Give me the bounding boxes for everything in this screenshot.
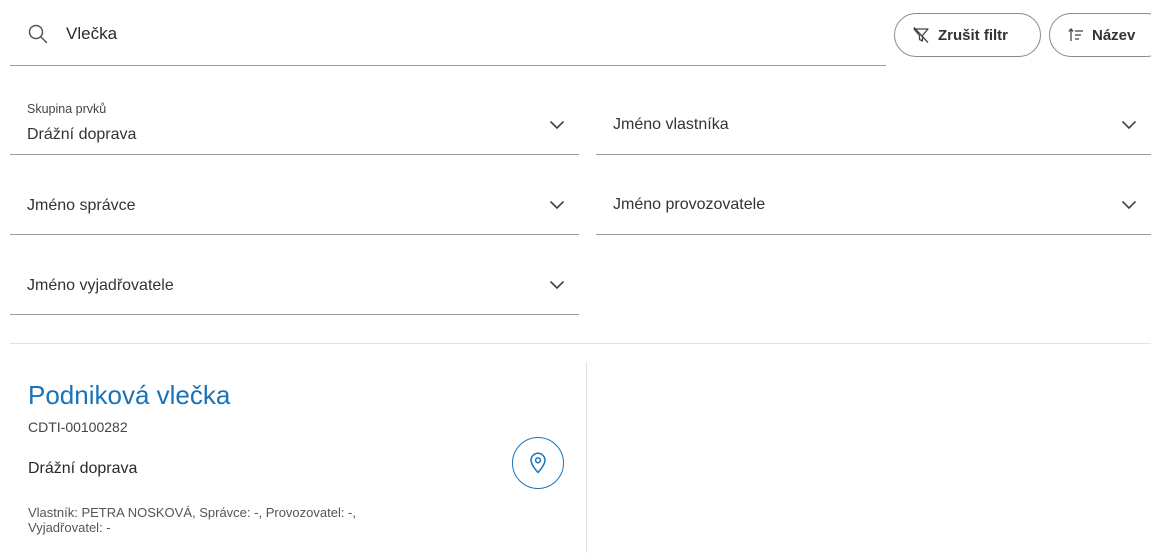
sort-label: Název — [1092, 26, 1136, 44]
chevron-down-icon — [549, 200, 565, 210]
filter-off-icon — [912, 26, 930, 44]
results-divider — [10, 343, 1151, 344]
chevron-down-icon — [549, 280, 565, 290]
clear-filter-label: Zrušit filtr — [938, 26, 1008, 44]
group-select[interactable]: Skupina prvků Drážní doprava — [10, 100, 579, 155]
commenter-select[interactable]: Jméno vyjadřovatele — [10, 260, 579, 315]
owner-select[interactable]: Jméno vlastníka — [596, 100, 1151, 155]
commenter-select-label: Jméno vyjadřovatele — [27, 277, 174, 294]
chevron-down-icon — [549, 120, 565, 130]
search-icon — [28, 24, 48, 44]
result-id: CDTI-00100282 — [28, 419, 128, 435]
result-meta-line: Vlastník: PETRA NOSKOVÁ, Správce: -, Pro… — [28, 505, 357, 520]
chevron-down-icon — [1121, 200, 1137, 210]
clear-filter-button[interactable]: Zrušit filtr — [894, 13, 1041, 57]
search-bar[interactable]: Vlečka — [10, 0, 886, 66]
sort-icon — [1068, 27, 1084, 43]
sort-button[interactable]: Název — [1049, 13, 1151, 57]
administrator-select-label: Jméno správce — [27, 197, 136, 214]
administrator-select[interactable]: Jméno správce — [10, 180, 579, 235]
result-meta: Vlastník: PETRA NOSKOVÁ, Správce: -, Pro… — [28, 505, 448, 535]
owner-select-label: Jméno vlastníka — [613, 116, 729, 133]
result-meta-line: Vyjadřovatel: - — [28, 520, 111, 535]
search-input[interactable]: Vlečka — [66, 24, 117, 44]
group-select-value: Drážní doprava — [27, 126, 137, 143]
operator-select[interactable]: Jméno provozovatele — [596, 180, 1151, 235]
group-select-label: Skupina prvků — [27, 102, 107, 116]
show-on-map-button[interactable] — [512, 437, 564, 489]
operator-select-label: Jméno provozovatele — [613, 196, 766, 213]
chevron-down-icon — [1121, 120, 1137, 130]
map-pin-icon — [530, 452, 546, 474]
card-divider — [586, 362, 587, 553]
result-title-link[interactable]: Podniková vlečka — [28, 380, 230, 411]
result-group: Drážní doprava — [28, 460, 138, 477]
